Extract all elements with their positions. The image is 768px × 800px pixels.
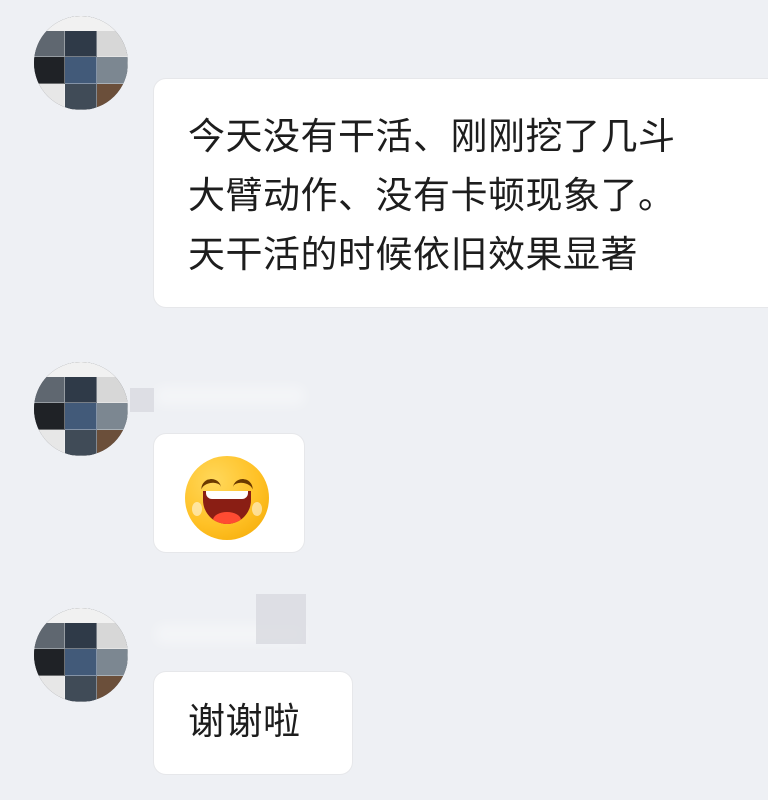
avatar-image bbox=[34, 16, 128, 110]
sender-badge-blurred bbox=[130, 388, 154, 412]
message-text: 今天没有干活、刚刚挖了几斗 大臂动作、没有卡顿现象了。 天干活的时候依旧效果显著 bbox=[188, 115, 676, 276]
message-bubble[interactable]: 谢谢啦 bbox=[154, 672, 352, 774]
avatar[interactable] bbox=[34, 16, 128, 110]
message-text: 谢谢啦 bbox=[188, 700, 301, 743]
avatar[interactable] bbox=[34, 608, 128, 702]
laughing-face-icon bbox=[185, 456, 269, 540]
message-row: 今天没有干活、刚刚挖了几斗 大臂动作、没有卡顿现象了。 天干活的时候依旧效果显著 bbox=[0, 0, 768, 330]
avatar-image bbox=[34, 362, 128, 456]
message-bubble[interactable] bbox=[154, 434, 304, 552]
sender-name-blurred bbox=[155, 386, 305, 406]
chat-conversation: 今天没有干活、刚刚挖了几斗 大臂动作、没有卡顿现象了。 天干活的时候依旧效果显著 bbox=[0, 0, 768, 800]
message-row: 谢谢啦 bbox=[0, 590, 768, 800]
sender-badge-blurred bbox=[256, 594, 306, 644]
message-bubble[interactable]: 今天没有干活、刚刚挖了几斗 大臂动作、没有卡顿现象了。 天干活的时候依旧效果显著 bbox=[154, 79, 768, 307]
avatar[interactable] bbox=[34, 362, 128, 456]
message-row bbox=[0, 330, 768, 590]
avatar-image bbox=[34, 608, 128, 702]
